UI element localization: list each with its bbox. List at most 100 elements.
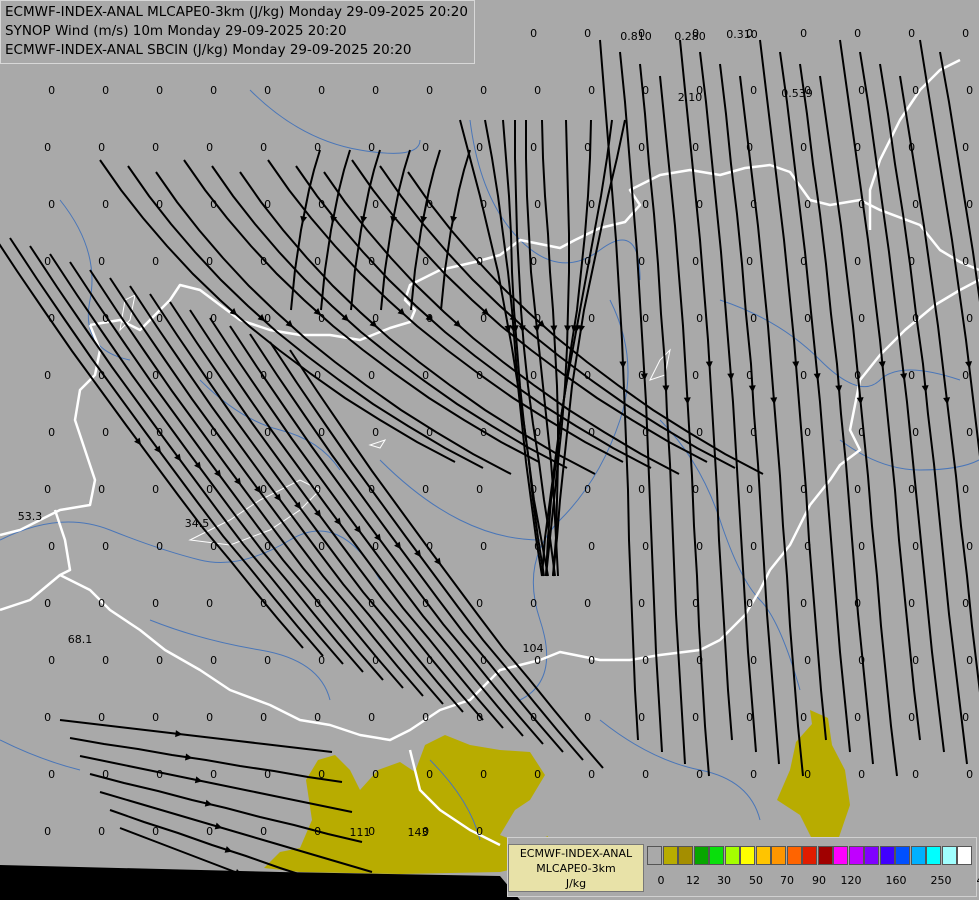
cape-value-label: 143 bbox=[408, 826, 429, 839]
cape-value-label: 0 bbox=[804, 312, 811, 325]
cape-value-label: 0 bbox=[692, 483, 699, 496]
cape-value-label: 0 bbox=[372, 654, 379, 667]
cape-value-label: 34.5 bbox=[185, 517, 210, 530]
cape-value-label: 0 bbox=[210, 312, 217, 325]
cape-value-label: 0 bbox=[912, 768, 919, 781]
cape-value-label: 0 bbox=[210, 654, 217, 667]
cape-value-label: 0 bbox=[210, 426, 217, 439]
cape-value-label: 0 bbox=[264, 540, 271, 553]
cape-value-label: 0 bbox=[480, 654, 487, 667]
cape-value-label: 0 bbox=[854, 597, 861, 610]
legend-swatch bbox=[662, 846, 678, 865]
cape-value-label: 0 bbox=[966, 768, 973, 781]
cape-value-label: 0 bbox=[696, 312, 703, 325]
cape-value-label: 0 bbox=[638, 255, 645, 268]
cape-value-label: 0 bbox=[476, 711, 483, 724]
cape-value-label: 0 bbox=[746, 597, 753, 610]
legend-tick-label: 50 bbox=[749, 874, 763, 887]
cape-value-label: 0 bbox=[426, 312, 433, 325]
cape-value-label: 0 bbox=[962, 597, 969, 610]
cape-value-label: 68.1 bbox=[68, 633, 93, 646]
cape-value-label: 0 bbox=[314, 141, 321, 154]
cape-value-label: 0 bbox=[210, 540, 217, 553]
cape-value-label: 0 bbox=[858, 540, 865, 553]
cape-value-label: 0 bbox=[480, 312, 487, 325]
cape-value-label: 0 bbox=[372, 312, 379, 325]
legend-swatch bbox=[740, 846, 755, 865]
cape-value-label: 0 bbox=[908, 711, 915, 724]
cape-value-label: 0 bbox=[206, 597, 213, 610]
legend-swatch bbox=[755, 846, 771, 865]
cape-value-label: 0 bbox=[426, 654, 433, 667]
cape-value-label: 0 bbox=[966, 426, 973, 439]
cape-value-label: 0 bbox=[48, 540, 55, 553]
cape-value-label: 0 bbox=[530, 483, 537, 496]
cape-value-label: 0 bbox=[692, 369, 699, 382]
legend-tick-label: 70 bbox=[780, 874, 794, 887]
cape-value-label: 0 bbox=[44, 141, 51, 154]
cape-value-label: 0 bbox=[584, 369, 591, 382]
cape-value-label: 0 bbox=[98, 369, 105, 382]
cape-value-label: 0 bbox=[962, 711, 969, 724]
header-cape-title: ECMWF-INDEX-ANAL MLCAPE0-3km (J/kg) Mond… bbox=[5, 4, 468, 20]
cape-value-label: 0 bbox=[750, 540, 757, 553]
legend-swatch bbox=[864, 846, 879, 865]
cape-value-label: 0 bbox=[260, 255, 267, 268]
cape-value-label: 0 bbox=[800, 369, 807, 382]
cape-value-label: 0 bbox=[588, 540, 595, 553]
cape-value-label: 0.280 bbox=[674, 30, 706, 43]
cape-value-label: 0 bbox=[476, 369, 483, 382]
cape-value-label: 0 bbox=[152, 483, 159, 496]
cape-value-label: 104 bbox=[523, 642, 544, 655]
cape-value-label: 0 bbox=[44, 825, 51, 838]
cape-value-label: 0 bbox=[48, 768, 55, 781]
cape-value-label: 0 bbox=[908, 141, 915, 154]
cape-value-label: 0 bbox=[854, 483, 861, 496]
cape-value-label: 0 bbox=[908, 369, 915, 382]
cape-value-label: 0 bbox=[962, 369, 969, 382]
legend-title-param: MLCAPE0-3km bbox=[536, 862, 616, 875]
cape-value-label: 0 bbox=[858, 84, 865, 97]
cape-value-label: 0 bbox=[210, 198, 217, 211]
cape-value-label: 0 bbox=[746, 711, 753, 724]
legend-swatch bbox=[926, 846, 941, 865]
cape-value-label: 0 bbox=[422, 255, 429, 268]
cape-value-label: 0 bbox=[476, 825, 483, 838]
color-legend: ECMWF-INDEX-ANAL MLCAPE0-3km J/kg 0 12 30 5… bbox=[507, 837, 979, 897]
legend-swatch bbox=[895, 846, 910, 865]
cape-value-label: 0 bbox=[372, 198, 379, 211]
cape-value-label: 0 bbox=[422, 711, 429, 724]
cape-value-label: 0 bbox=[98, 597, 105, 610]
legend-swatch bbox=[647, 846, 662, 865]
cape-value-label: 0 bbox=[480, 540, 487, 553]
cape-value-label: 0 bbox=[638, 369, 645, 382]
legend-swatch bbox=[817, 846, 833, 865]
cape-value-label: 0 bbox=[804, 198, 811, 211]
cape-value-label: 0 bbox=[962, 483, 969, 496]
cape-value-label: 0 bbox=[152, 825, 159, 838]
cape-value-label: 0 bbox=[156, 654, 163, 667]
cape-value-label: 0 bbox=[530, 369, 537, 382]
legend-title-model: ECMWF-INDEX-ANAL bbox=[519, 847, 633, 860]
cape-value-label: 0 bbox=[804, 540, 811, 553]
cape-value-label: 0 bbox=[642, 768, 649, 781]
cape-value-label: 0 bbox=[260, 369, 267, 382]
legend-tick-label: 250 bbox=[930, 874, 952, 887]
cape-value-label: 0 bbox=[206, 255, 213, 268]
cape-value-label: 0 bbox=[426, 84, 433, 97]
cape-value-label: 0 bbox=[318, 312, 325, 325]
cape-value-label: 0 bbox=[102, 654, 109, 667]
cape-value-label: 0 bbox=[210, 84, 217, 97]
cape-value-label: 0 bbox=[642, 426, 649, 439]
cape-value-label: 0 bbox=[912, 426, 919, 439]
cape-value-label: 0 bbox=[966, 198, 973, 211]
cape-value-label: 0 bbox=[800, 27, 807, 40]
legend-tick-label: 120 bbox=[840, 874, 862, 887]
cape-value-label: 0 bbox=[368, 369, 375, 382]
cape-value-label: 0 bbox=[44, 369, 51, 382]
legend-swatch bbox=[678, 846, 693, 865]
legend-swatch bbox=[910, 846, 926, 865]
weather-map[interactable]: 0 0 0 0 0 0 0 0 0 0 0 0 0 0 0 0 0 0 0 0 0 0 0 0 0 0 0 0 0 0 0 0 0 0 0 0 0 0 0 0… bbox=[0, 0, 979, 900]
cape-value-label: 0 bbox=[588, 654, 595, 667]
cape-value-label: 0 bbox=[152, 369, 159, 382]
